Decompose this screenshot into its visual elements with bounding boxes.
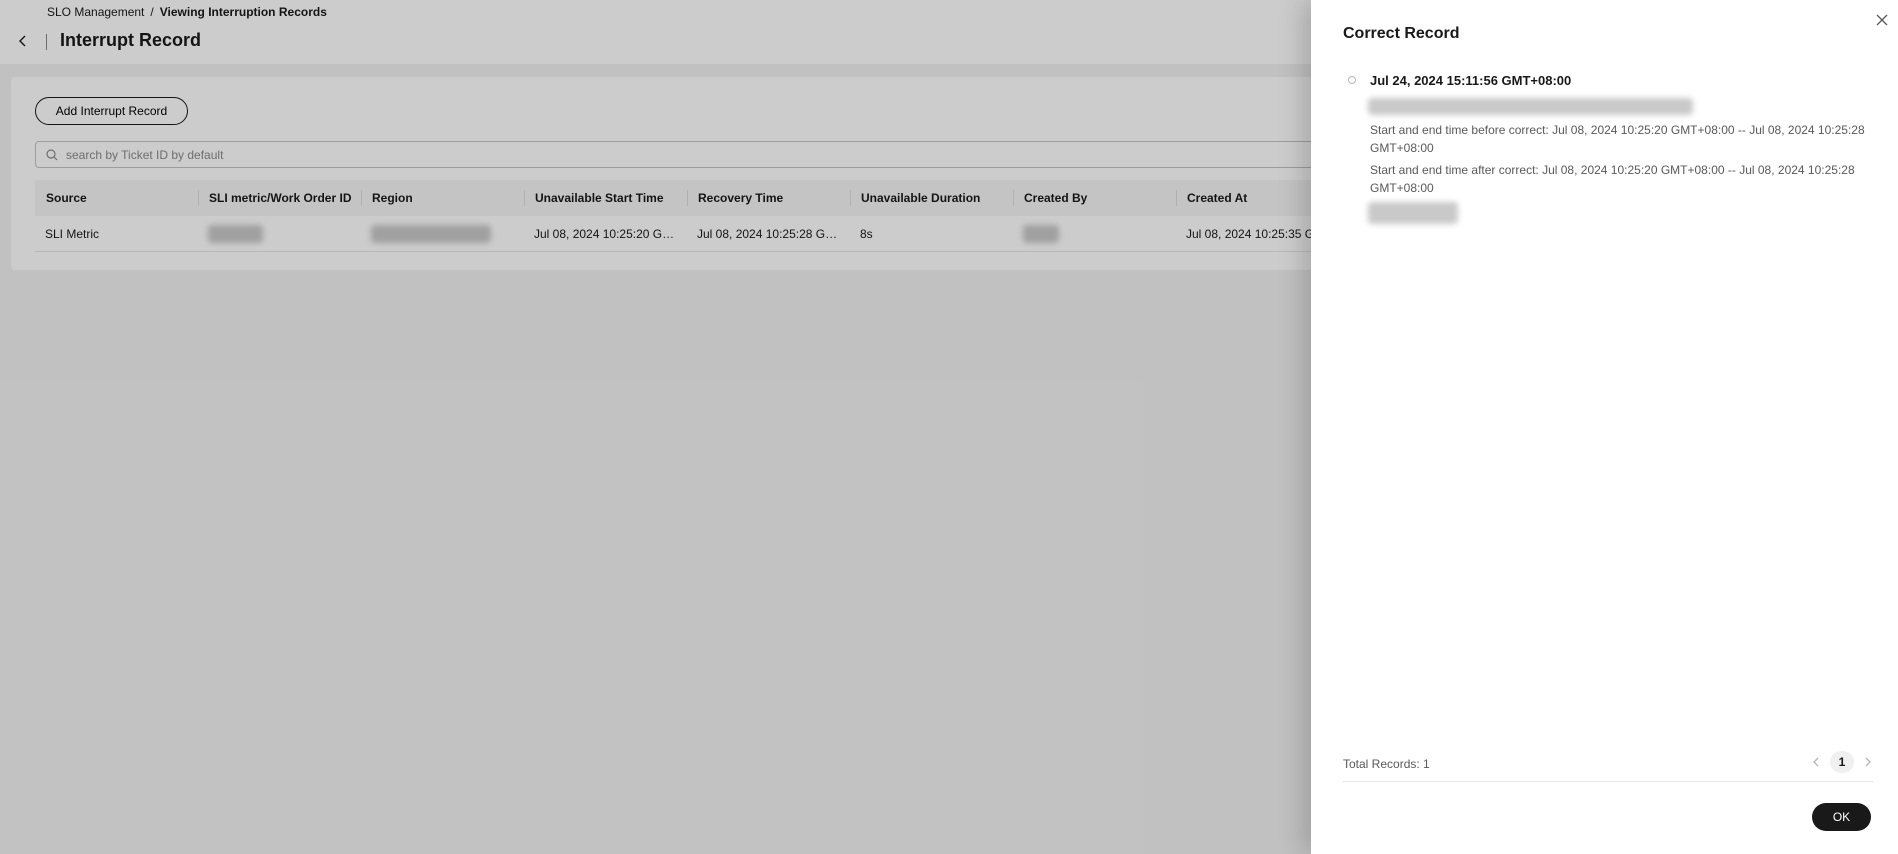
correct-record-drawer: Correct Record Jul 24, 2024 15:11:56 GMT… [1311,0,1898,854]
record-before-correct: Start and end time before correct: Jul 0… [1370,123,1865,155]
pagination: 1 [1808,751,1876,773]
chevron-right-icon [1865,757,1871,767]
timeline-dot [1348,76,1356,84]
ok-button[interactable]: OK [1812,803,1871,831]
redacted-operator-info [1368,98,1693,115]
record-time: Jul 24, 2024 15:11:56 GMT+08:00 [1370,73,1572,88]
total-records: Total Records: 1 [1343,757,1430,771]
next-page-button[interactable] [1860,751,1876,773]
prev-page-button[interactable] [1808,751,1824,773]
drawer-title: Correct Record [1343,25,1460,42]
record-after-correct: Start and end time after correct: Jul 08… [1370,163,1855,195]
close-icon [1876,14,1888,26]
redacted-remark [1368,202,1458,224]
close-button[interactable] [1874,12,1890,28]
footer-divider [1343,781,1873,782]
page-number[interactable]: 1 [1830,751,1854,773]
chevron-left-icon [1813,757,1819,767]
